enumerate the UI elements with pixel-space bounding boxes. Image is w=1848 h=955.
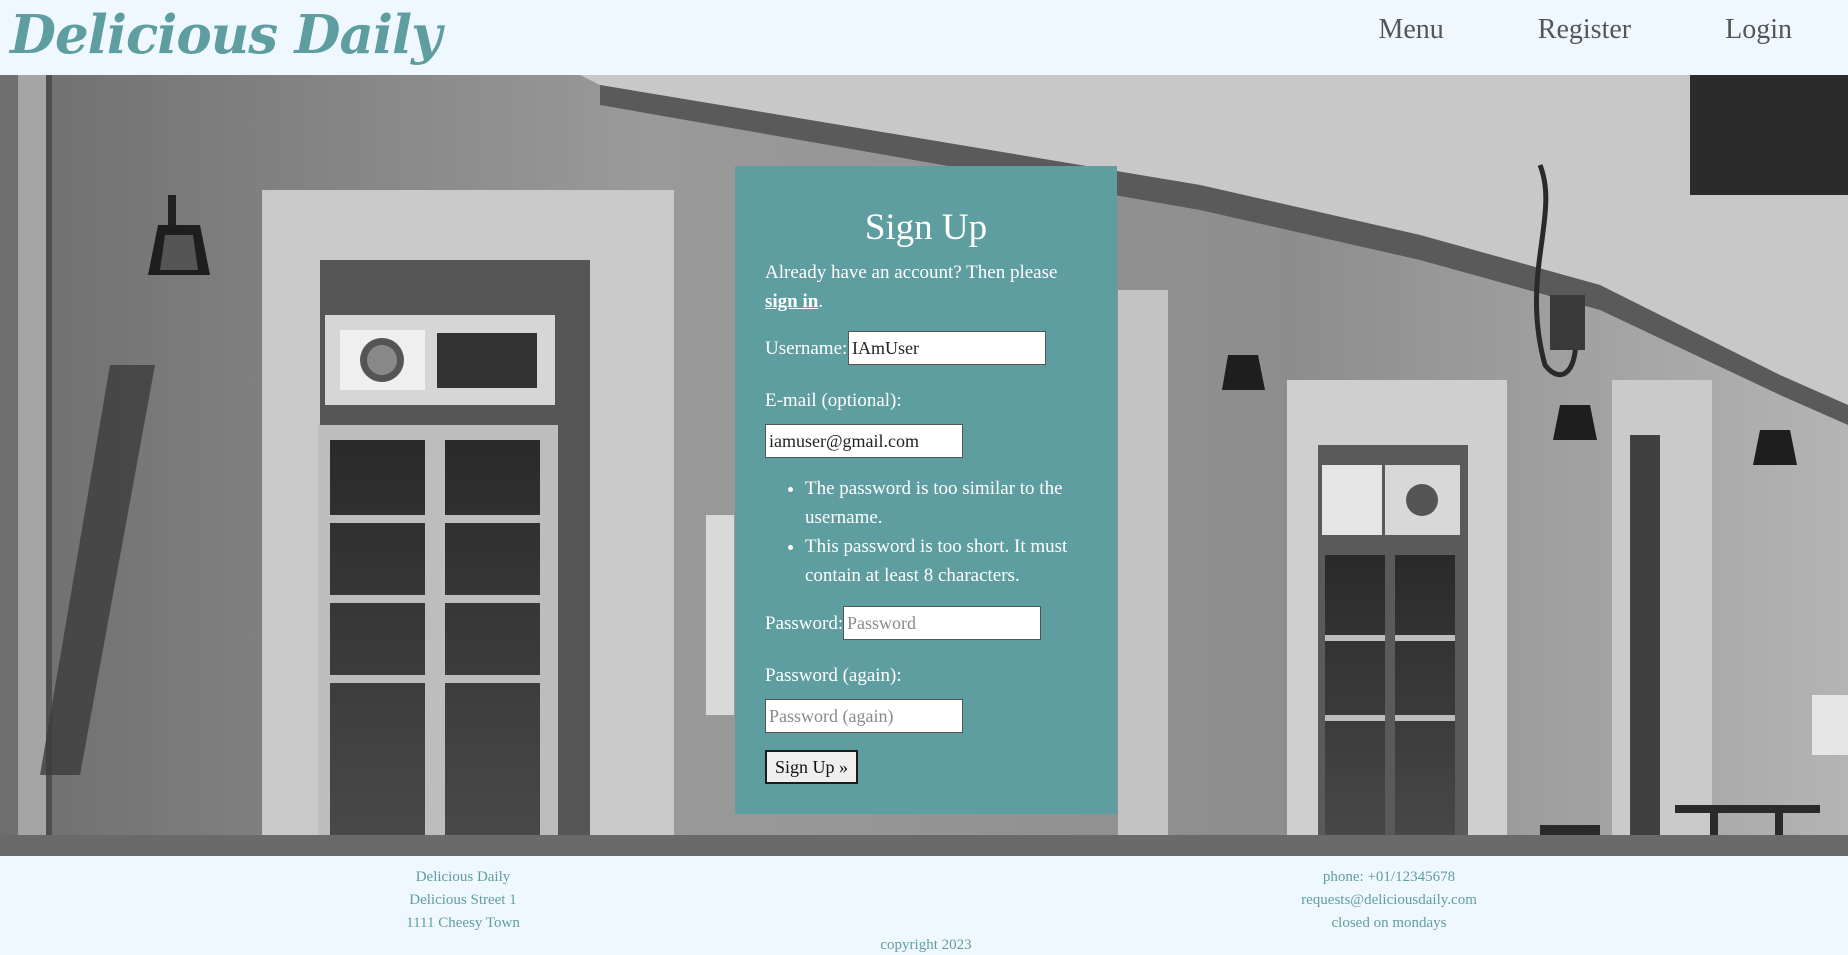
- password-label: Password:: [765, 613, 844, 634]
- password-error-item: This password is too short. It must cont…: [805, 532, 1087, 590]
- site-header: Delicious Daily Menu Register Login: [0, 0, 1848, 75]
- signin-prompt-text: Already have an account? Then please: [765, 262, 1058, 283]
- username-label: Username:: [765, 338, 848, 359]
- signup-submit-button[interactable]: Sign Up »: [765, 750, 859, 784]
- footer-hours: closed on mondays: [1331, 915, 1447, 931]
- signin-prompt-end: .: [818, 291, 824, 312]
- signin-prompt: Already have an account? Then please sig…: [765, 258, 1087, 316]
- password-input[interactable]: Password: [843, 606, 1041, 640]
- footer-town: 1111 Cheesy Town: [406, 915, 520, 931]
- footer-street: Delicious Street 1: [409, 892, 517, 908]
- footer-email[interactable]: requests@deliciousdaily.com: [1279, 889, 1499, 912]
- signin-link[interactable]: sign in: [765, 291, 818, 312]
- footer-company-name: Delicious Daily: [415, 869, 511, 885]
- nav-menu-link[interactable]: Menu: [1378, 12, 1443, 48]
- password-error-item: The password is too similar to the usern…: [805, 474, 1087, 532]
- site-footer: Delicious Daily Delicious Street 1 1111 …: [0, 856, 1848, 955]
- footer-phone: phone: +01/12345678: [1322, 869, 1456, 885]
- password-again-input[interactable]: Password (again): [765, 699, 963, 733]
- password-error-list: The password is too similar to the usern…: [765, 474, 1087, 590]
- signup-card: Sign Up Already have an account? Then pl…: [735, 166, 1117, 814]
- nav-register-link[interactable]: Register: [1538, 12, 1631, 48]
- page: Delicious Daily Menu Register Login Sign…: [0, 0, 1848, 955]
- footer-address: Delicious Daily Delicious Street 1 1111 …: [363, 866, 563, 935]
- email-label: E-mail (optional):: [765, 390, 902, 411]
- email-input[interactable]: iamuser@gmail.com: [765, 424, 963, 458]
- footer-contact: phone: +01/12345678 requests@deliciousda…: [1279, 866, 1499, 935]
- nav-login-link[interactable]: Login: [1725, 12, 1792, 48]
- username-input[interactable]: IAmUser: [848, 331, 1046, 365]
- footer-copyright: copyright 2023: [880, 937, 972, 953]
- main-nav: Menu Register Login: [1378, 12, 1792, 48]
- brand-logo[interactable]: Delicious Daily: [10, 0, 442, 70]
- password-again-label: Password (again):: [765, 665, 902, 686]
- signup-title: Sign Up: [864, 207, 988, 248]
